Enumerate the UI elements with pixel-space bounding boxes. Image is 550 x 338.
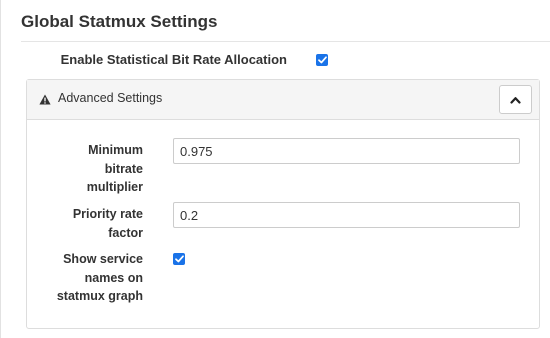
- chevron-up-icon: [510, 96, 521, 104]
- enable-allocation-checkbox[interactable]: [316, 54, 328, 66]
- show-service-names-label-line: Show service: [63, 252, 143, 266]
- section-title: Global Statmux Settings: [21, 12, 218, 31]
- show-service-names-checkbox[interactable]: [173, 253, 185, 265]
- min-bitrate-label-line: Minimum: [88, 143, 143, 157]
- priority-rate-input[interactable]: [173, 202, 520, 228]
- enable-allocation-row: Enable Statistical Bit Rate Allocation: [0, 50, 550, 70]
- advanced-settings-title: Advanced Settings: [58, 91, 163, 105]
- collapse-button[interactable]: [499, 85, 532, 114]
- min-bitrate-label: Minimum bitrate multiplier: [27, 141, 143, 197]
- checkmark-icon: [317, 56, 327, 64]
- enable-allocation-label: Enable Statistical Bit Rate Allocation: [60, 52, 287, 67]
- priority-rate-label-line: factor: [108, 225, 143, 240]
- show-service-names-label-line: names on: [84, 270, 143, 285]
- advanced-settings-panel: Advanced Settings Minimum bitrate multip…: [26, 79, 540, 329]
- min-bitrate-input[interactable]: [173, 138, 520, 164]
- title-divider: [21, 41, 550, 42]
- advanced-settings-header[interactable]: Advanced Settings: [27, 80, 539, 120]
- show-service-names-label: Show service names on statmux graph: [27, 250, 143, 306]
- warning-icon: [39, 94, 51, 105]
- min-bitrate-label-line: bitrate: [104, 161, 143, 176]
- priority-rate-label: Priority rate factor: [27, 205, 143, 242]
- min-bitrate-label-line: multiplier: [86, 180, 143, 194]
- checkmark-icon: [174, 255, 184, 263]
- show-service-names-label-line: statmux graph: [56, 289, 143, 303]
- priority-rate-label-line: Priority rate: [72, 207, 143, 221]
